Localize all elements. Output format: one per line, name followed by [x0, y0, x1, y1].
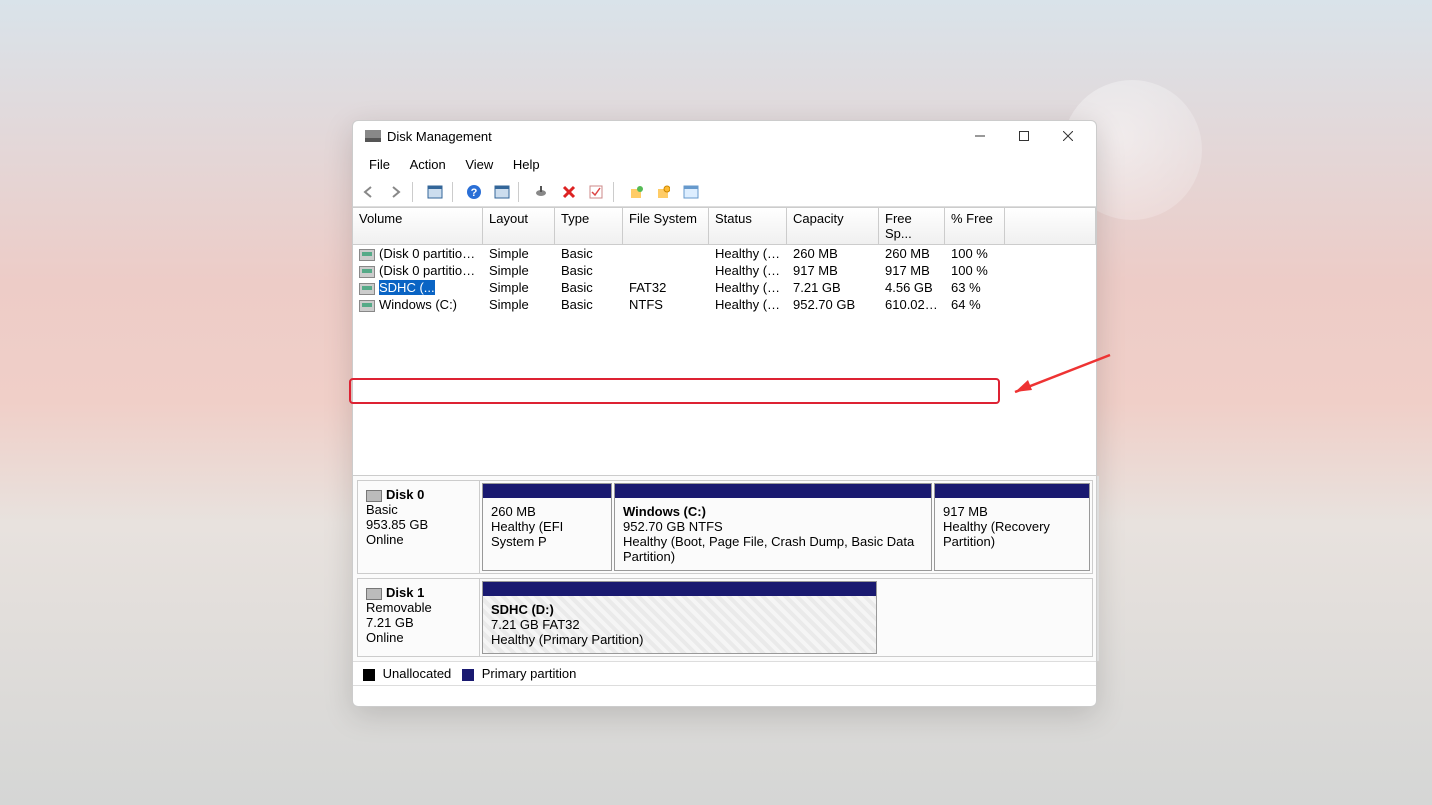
partition-block[interactable]: Windows (C:)952.70 GB NTFSHealthy (Boot,… — [614, 483, 932, 571]
disk-icon — [366, 490, 382, 502]
window-title: Disk Management — [387, 129, 492, 144]
partition-block[interactable]: 917 MBHealthy (Recovery Partition) — [934, 483, 1090, 571]
show-hide-icon[interactable] — [424, 182, 446, 202]
drive-icon — [359, 249, 375, 261]
menubar: File Action View Help — [353, 151, 1096, 180]
col-pctfree[interactable]: % Free — [945, 208, 1005, 244]
drive-icon — [359, 300, 375, 312]
volume-row[interactable]: Windows (C:)SimpleBasicNTFSHealthy (B...… — [353, 296, 1096, 313]
svg-text:?: ? — [471, 187, 478, 199]
properties-icon[interactable] — [585, 182, 607, 202]
legend-primary-icon — [462, 669, 474, 681]
titlebar[interactable]: Disk Management — [353, 121, 1096, 151]
action1-icon[interactable] — [625, 182, 647, 202]
refresh-icon[interactable] — [530, 182, 552, 202]
action3-icon[interactable] — [680, 182, 702, 202]
menu-help[interactable]: Help — [505, 153, 548, 176]
partition-header — [483, 484, 611, 498]
disk-icon — [366, 588, 382, 600]
partition-block[interactable]: 260 MBHealthy (EFI System P — [482, 483, 612, 571]
volume-row[interactable]: (Disk 0 partition 4)SimpleBasicHealthy (… — [353, 262, 1096, 279]
col-layout[interactable]: Layout — [483, 208, 555, 244]
volume-list: (Disk 0 partition 1)SimpleBasicHealthy (… — [353, 245, 1096, 475]
legend: Unallocated Primary partition — [353, 661, 1096, 685]
volume-grid-header: Volume Layout Type File System Status Ca… — [353, 207, 1096, 245]
toolbar: ? — [353, 180, 1096, 207]
col-filesystem[interactable]: File System — [623, 208, 709, 244]
partition-header — [483, 582, 876, 596]
volume-row[interactable]: SDHC (...SimpleBasicFAT32Healthy (P...7.… — [353, 279, 1096, 296]
maximize-button[interactable] — [1002, 121, 1046, 151]
legend-primary: Primary partition — [482, 666, 577, 681]
partition-header — [615, 484, 931, 498]
legend-unallocated-icon — [363, 669, 375, 681]
close-button[interactable] — [1046, 121, 1090, 151]
col-volume[interactable]: Volume — [353, 208, 483, 244]
minimize-button[interactable] — [958, 121, 1002, 151]
settings-icon[interactable] — [491, 182, 513, 202]
col-status[interactable]: Status — [709, 208, 787, 244]
menu-view[interactable]: View — [457, 153, 501, 176]
drive-icon — [359, 266, 375, 278]
disk-management-window: Disk Management File Action View Help ? … — [352, 120, 1097, 707]
menu-action[interactable]: Action — [402, 153, 454, 176]
drive-icon — [359, 283, 375, 295]
legend-unallocated: Unallocated — [383, 666, 452, 681]
action2-icon[interactable] — [652, 182, 674, 202]
disk-info[interactable]: Disk 0Basic953.85 GBOnline — [358, 481, 480, 573]
col-capacity[interactable]: Capacity — [787, 208, 879, 244]
disk-graphical-view: Disk 0Basic953.85 GBOnline260 MBHealthy … — [353, 475, 1096, 661]
col-freespace[interactable]: Free Sp... — [879, 208, 945, 244]
app-icon — [365, 130, 381, 142]
disk-row: Disk 0Basic953.85 GBOnline260 MBHealthy … — [357, 480, 1093, 574]
partition-header — [935, 484, 1089, 498]
menu-file[interactable]: File — [361, 153, 398, 176]
forward-icon[interactable] — [385, 182, 407, 202]
help-icon[interactable]: ? — [463, 182, 485, 202]
volume-row[interactable]: (Disk 0 partition 1)SimpleBasicHealthy (… — [353, 245, 1096, 262]
back-icon[interactable] — [357, 182, 379, 202]
disk-row: Disk 1Removable7.21 GBOnlineSDHC (D:)7.2… — [357, 578, 1093, 657]
disk-info[interactable]: Disk 1Removable7.21 GBOnline — [358, 579, 480, 656]
statusbar — [353, 685, 1096, 706]
scrollbar[interactable] — [1097, 476, 1099, 661]
delete-icon[interactable] — [558, 182, 580, 202]
partition-block[interactable]: SDHC (D:)7.21 GB FAT32Healthy (Primary P… — [482, 581, 877, 654]
col-type[interactable]: Type — [555, 208, 623, 244]
